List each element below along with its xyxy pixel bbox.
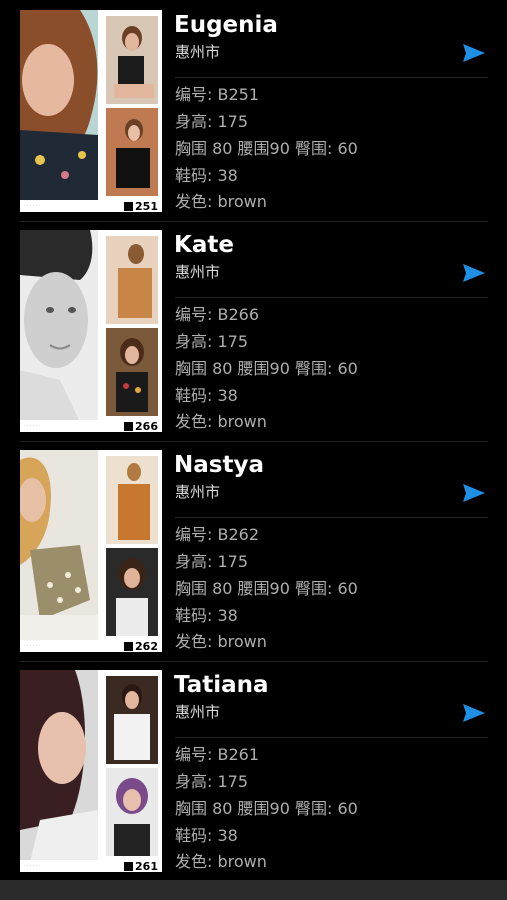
model-number: 编号: B261 [175, 745, 259, 764]
thumb-photo [106, 676, 158, 764]
comp-card-image[interactable]: · · · · · · 251 [20, 10, 162, 212]
model-height: 身高: 175 [175, 112, 249, 131]
divider [175, 737, 488, 738]
thumb-photo [106, 236, 158, 324]
model-measurements: 胸围 80 腰围90 臀围: 60 [175, 359, 358, 378]
model-name: Tatiana [174, 672, 269, 698]
thumb-photo [106, 456, 158, 544]
divider [175, 77, 488, 78]
model-number: 编号: B266 [175, 305, 259, 324]
model-name: Nastya [174, 452, 264, 478]
model-city: 惠州市 [175, 483, 221, 501]
thumb-photo [106, 548, 158, 636]
comp-card-number: 266 [135, 420, 158, 432]
main-photo [20, 10, 98, 202]
model-shoe-size: 鞋码: 38 [175, 826, 238, 845]
send-arrow-icon[interactable] [463, 484, 485, 502]
model-number: 编号: B251 [175, 85, 259, 104]
comp-card-number: 262 [135, 640, 158, 652]
comp-card-footer: · · · · · · 262 [20, 640, 162, 652]
card-divider [20, 441, 488, 442]
model-name: Eugenia [174, 12, 278, 38]
model-number: 编号: B262 [175, 525, 259, 544]
thumb-photo [106, 328, 158, 416]
bottom-bar [0, 880, 507, 900]
model-city: 惠州市 [175, 703, 221, 721]
send-arrow-icon[interactable] [463, 264, 485, 282]
model-measurements: 胸围 80 腰围90 臀围: 60 [175, 139, 358, 158]
model-card[interactable]: · · · · · · 251 Eugenia 惠州市 编号: B251 身高:… [20, 10, 488, 222]
main-photo [20, 230, 98, 422]
main-photo [20, 670, 98, 862]
model-height: 身高: 175 [175, 552, 249, 571]
model-city: 惠州市 [175, 263, 221, 281]
model-hair-color: 发色: brown [175, 632, 267, 651]
model-shoe-size: 鞋码: 38 [175, 386, 238, 405]
thumb-photo [106, 768, 158, 856]
model-shoe-size: 鞋码: 38 [175, 166, 238, 185]
comp-card-footer: · · · · · · 251 [20, 200, 162, 212]
model-height: 身高: 175 [175, 772, 249, 791]
comp-card-image[interactable]: · · · · · · 266 [20, 230, 162, 432]
comp-card-image[interactable]: · · · · · · 261 [20, 670, 162, 872]
thumb-photo [106, 108, 158, 196]
thumb-photo [106, 16, 158, 104]
comp-card-image[interactable]: · · · · · · 262 [20, 450, 162, 652]
card-divider [20, 661, 488, 662]
model-hair-color: 发色: brown [175, 192, 267, 211]
model-card[interactable]: · · · · · · 262 Nastya 惠州市 编号: B262 身高: … [20, 450, 488, 662]
model-shoe-size: 鞋码: 38 [175, 606, 238, 625]
comp-card-number: 251 [135, 200, 158, 212]
model-height: 身高: 175 [175, 332, 249, 351]
model-card[interactable]: · · · · · · 261 Tatiana 惠州市 编号: B261 身高:… [20, 670, 488, 872]
model-city: 惠州市 [175, 43, 221, 61]
send-arrow-icon[interactable] [463, 44, 485, 62]
model-card[interactable]: · · · · · · 266 Kate 惠州市 编号: B266 身高: 17… [20, 230, 488, 442]
card-divider [20, 221, 488, 222]
model-measurements: 胸围 80 腰围90 臀围: 60 [175, 799, 358, 818]
send-arrow-icon[interactable] [463, 704, 485, 722]
model-hair-color: 发色: brown [175, 852, 267, 871]
model-hair-color: 发色: brown [175, 412, 267, 431]
main-photo [20, 450, 98, 642]
comp-card-number: 261 [135, 860, 158, 872]
model-name: Kate [174, 232, 234, 258]
comp-card-footer: · · · · · · 266 [20, 420, 162, 432]
model-measurements: 胸围 80 腰围90 臀围: 60 [175, 579, 358, 598]
divider [175, 297, 488, 298]
comp-card-footer: · · · · · · 261 [20, 860, 162, 872]
divider [175, 517, 488, 518]
